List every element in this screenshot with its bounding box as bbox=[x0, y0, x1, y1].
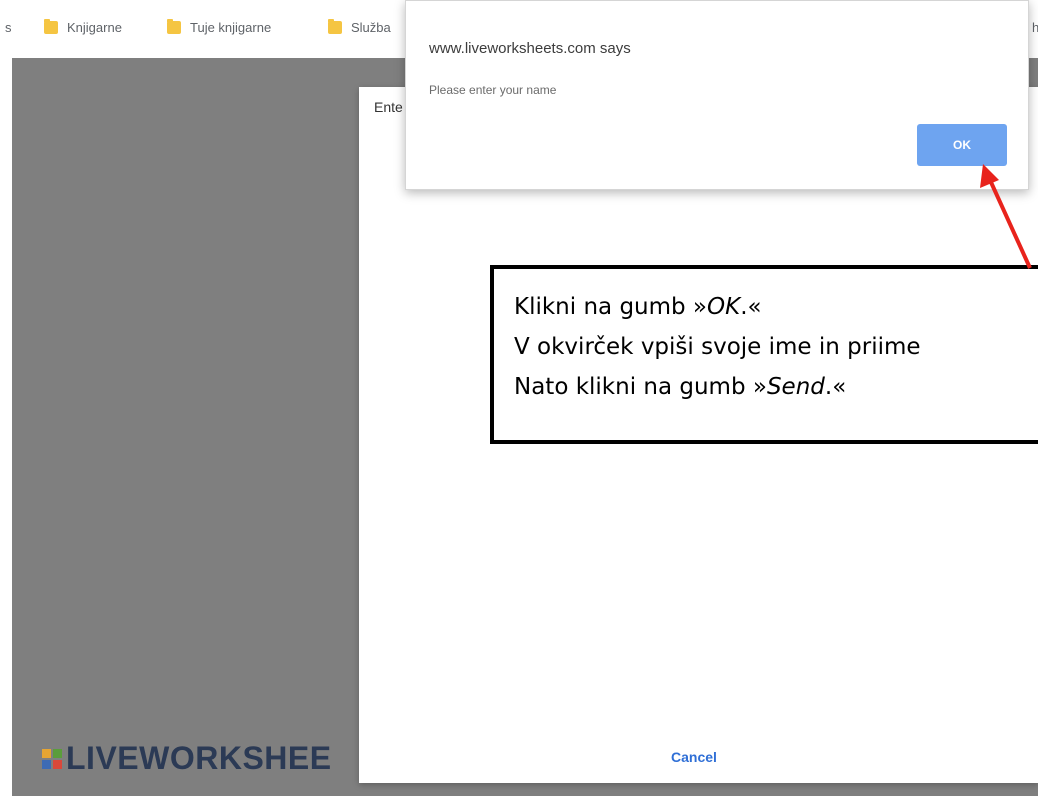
bookmark-sluzba[interactable]: Služba bbox=[328, 19, 391, 35]
logo-text: LIVEWORKSHEE bbox=[66, 740, 332, 776]
bookmark-label: Knjigarne bbox=[67, 20, 122, 35]
cancel-button[interactable]: Cancel bbox=[671, 749, 717, 765]
liveworksheets-logo: LIVEWORKSHEE bbox=[42, 740, 332, 777]
instruction-callout: Klikni na gumb »OK.« V okvirček vpiši sv… bbox=[490, 265, 1038, 444]
bookmark-tuje-knjigarne[interactable]: Tuje knjigarne bbox=[167, 19, 272, 35]
folder-icon bbox=[167, 19, 181, 34]
bookmark-partial-label[interactable]: s bbox=[5, 20, 12, 35]
ok-button[interactable]: OK bbox=[917, 124, 1007, 166]
callout-text: Klikni na gumb »OK.« V okvirček vpiši sv… bbox=[514, 287, 921, 407]
alert-title: www.liveworksheets.com says bbox=[429, 40, 631, 57]
browser-alert-dialog: www.liveworksheets.com says Please enter… bbox=[405, 0, 1029, 190]
alert-message: Please enter your name bbox=[429, 83, 557, 97]
bookmark-partial-label-right[interactable]: h bbox=[1032, 20, 1038, 35]
callout-line-2: V okvirček vpiši svoje ime in priime bbox=[514, 334, 921, 360]
bookmark-label: Tuje knjigarne bbox=[190, 20, 272, 35]
bookmark-label: Služba bbox=[351, 20, 391, 35]
folder-icon bbox=[44, 19, 58, 34]
callout-line-1: Klikni na gumb »OK.« bbox=[514, 294, 762, 320]
folder-icon bbox=[328, 19, 342, 34]
callout-line-3: Nato klikni na gumb »Send.« bbox=[514, 374, 847, 400]
prompt-title: Ente bbox=[374, 99, 403, 115]
logo-mark-icon bbox=[42, 748, 62, 769]
bookmark-knjigarne[interactable]: Knjigarne bbox=[44, 19, 122, 35]
